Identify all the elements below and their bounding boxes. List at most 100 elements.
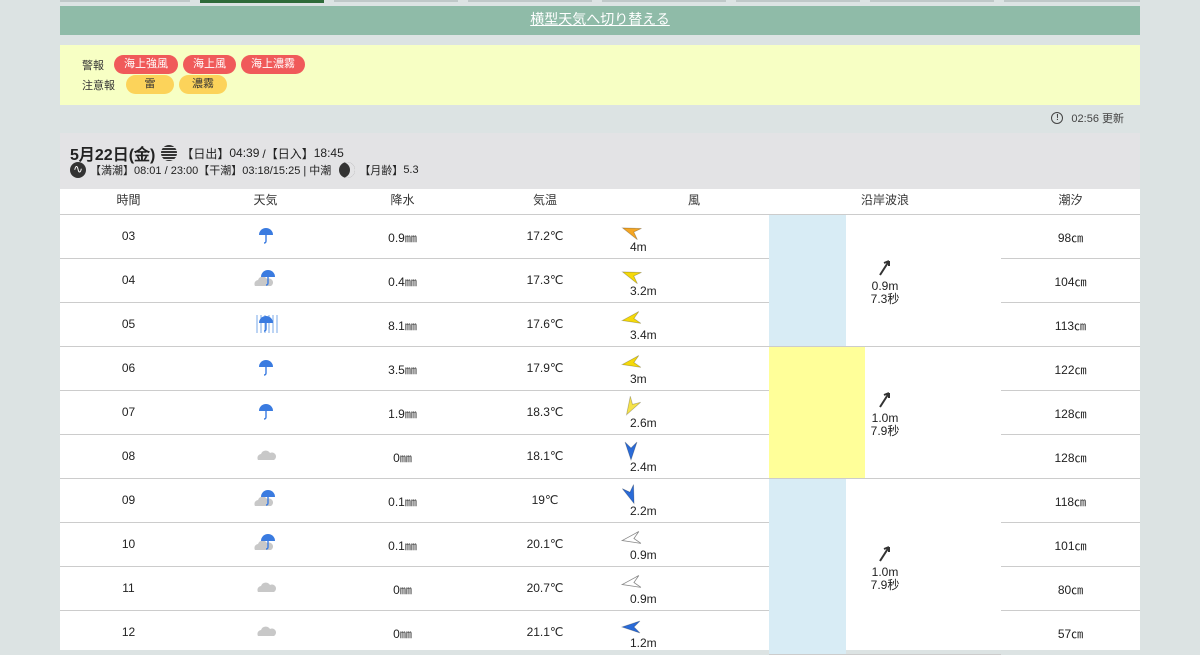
advisory-badge[interactable]: 雷 <box>126 75 174 94</box>
tab[interactable] <box>468 0 592 2</box>
hour-cell: 10 <box>121 537 136 551</box>
weather-cell <box>197 357 334 382</box>
wind-direction-icon <box>620 575 642 588</box>
moon-age: 5.3 <box>403 164 419 176</box>
tide-cell: 57㎝ <box>1057 627 1084 641</box>
row-divider <box>1001 346 1140 347</box>
table-header: 時間 天気 降水 気温 風 沿岸波浪 潮汐 <box>60 189 1140 215</box>
wave-direction-icon <box>879 546 890 562</box>
col-wind: 風 <box>687 193 700 207</box>
advisory-label: 注意報 <box>82 79 115 92</box>
weather-cell <box>197 401 334 426</box>
info-icon: ! <box>1051 112 1064 124</box>
tide-cell: 113㎝ <box>1054 319 1087 333</box>
row-divider <box>60 258 769 259</box>
weather-cell <box>197 489 334 514</box>
precip-cell: 0.4㎜ <box>388 275 417 289</box>
forecast-table: 時間 天気 降水 気温 風 沿岸波浪 潮汐 03 0.9㎜ 17.2℃ 4m 98㎝ 04… <box>60 189 1140 655</box>
cloud-icon <box>256 626 276 636</box>
wind-speed: 2.6m <box>630 416 657 430</box>
wind-direction-icon <box>625 396 641 416</box>
temp-cell: 19℃ <box>531 493 559 507</box>
wind-direction-icon <box>621 271 642 285</box>
tide-info: 【満潮】08:01 / 23:00【干潮】03:18/15:25 | 中潮 <box>90 165 332 177</box>
hour-cell: 09 <box>121 493 136 507</box>
temp-cell: 21.1℃ <box>526 625 564 639</box>
moon-age-label: 【月齢】 <box>359 165 404 177</box>
wind-speed: 4m <box>630 240 647 254</box>
layout-toggle-bar: 横型天気へ切り替える <box>60 6 1140 35</box>
tide-cell: 101㎝ <box>1054 539 1087 553</box>
col-time: 時間 <box>116 193 141 207</box>
rain-icon <box>258 228 273 244</box>
warning-badge[interactable]: 海上風 <box>183 55 236 74</box>
weather-cell <box>197 269 334 294</box>
wind-cell: 3.4m <box>620 308 680 344</box>
table-row: 03 0.9㎜ 17.2℃ 4m 98㎝ <box>60 215 1140 259</box>
tab[interactable] <box>1004 0 1140 2</box>
hour-cell: 05 <box>121 317 136 331</box>
tide-cell: 128㎝ <box>1054 451 1087 465</box>
wind-speed: 2.2m <box>630 504 657 518</box>
table-row: 10 0.1㎜ 20.1℃ 0.9m 101㎝ <box>60 523 1140 567</box>
precip-cell: 0.1㎜ <box>388 495 417 509</box>
table-row: 09 0.1㎜ 19℃ 2.2m 118㎝ <box>60 479 1140 523</box>
col-tide: 潮汐 <box>1058 193 1083 207</box>
advisory-row: 注意報 雷 濃霧 <box>82 75 232 94</box>
tab[interactable] <box>736 0 860 2</box>
tab[interactable] <box>870 0 994 2</box>
row-divider <box>60 390 769 391</box>
wave-cell: 0.9m 7.3秒 <box>845 257 925 306</box>
wind-cell: 1.2m <box>620 616 680 652</box>
weather-cell <box>197 577 334 602</box>
warning-label: 警報 <box>82 59 104 72</box>
hour-cell: 12 <box>121 625 136 639</box>
row-divider <box>1001 478 1140 479</box>
wave-direction-icon <box>879 260 890 276</box>
cloud-rain-icon <box>253 270 275 286</box>
advisory-badge[interactable]: 濃霧 <box>179 75 227 94</box>
sunset-label: /【日入】 <box>262 146 314 161</box>
cloud-rain-icon <box>253 534 275 550</box>
wind-speed: 3m <box>630 372 647 386</box>
tide-cell: 98㎝ <box>1057 231 1084 245</box>
warning-badge[interactable]: 海上強風 <box>114 55 178 74</box>
warning-badge[interactable]: 海上濃霧 <box>241 55 305 74</box>
warning-row: 警報 海上強風 海上風 海上濃霧 <box>82 55 310 74</box>
temp-cell: 17.3℃ <box>526 273 564 287</box>
wind-cell: 2.4m <box>620 440 680 476</box>
weather-cell <box>197 225 334 250</box>
precip-cell: 0㎜ <box>393 451 412 465</box>
temp-cell: 17.9℃ <box>526 361 564 375</box>
tab[interactable] <box>602 0 726 2</box>
wind-speed: 3.2m <box>630 284 657 298</box>
row-divider <box>60 610 769 611</box>
wave-level-bar <box>769 479 846 655</box>
row-divider <box>1001 302 1140 303</box>
wind-cell: 3.2m <box>620 264 680 300</box>
tab[interactable] <box>334 0 458 2</box>
heavy-rain-icon <box>256 315 277 333</box>
col-wave: 沿岸波浪 <box>860 193 909 207</box>
tide-icon: ∿ <box>70 162 86 178</box>
wave-period: 7.9秒 <box>870 578 900 592</box>
col-weather: 天気 <box>253 193 278 207</box>
temp-cell: 20.7℃ <box>526 581 564 595</box>
hour-cell: 06 <box>121 361 136 375</box>
wave-period: 7.3秒 <box>870 292 900 306</box>
sunrise-label: 【日出】 <box>181 146 230 161</box>
wind-cell: 3m <box>620 352 680 388</box>
table-row: 12 0㎜ 21.1℃ 1.2m 57㎝ <box>60 611 1140 655</box>
tab[interactable] <box>60 0 190 2</box>
wind-cell: 2.2m <box>620 484 680 520</box>
row-divider <box>60 302 769 303</box>
row-divider <box>1001 434 1140 435</box>
weather-cell <box>197 621 334 646</box>
weather-cell <box>197 445 334 470</box>
cloud-icon <box>256 582 276 592</box>
tide-cell: 80㎝ <box>1057 583 1084 597</box>
horizontal-view-link[interactable]: 横型天気へ切り替える <box>530 11 670 27</box>
sun-icon <box>161 145 178 161</box>
tab-active[interactable] <box>200 0 324 3</box>
precip-cell: 0㎜ <box>393 627 412 641</box>
